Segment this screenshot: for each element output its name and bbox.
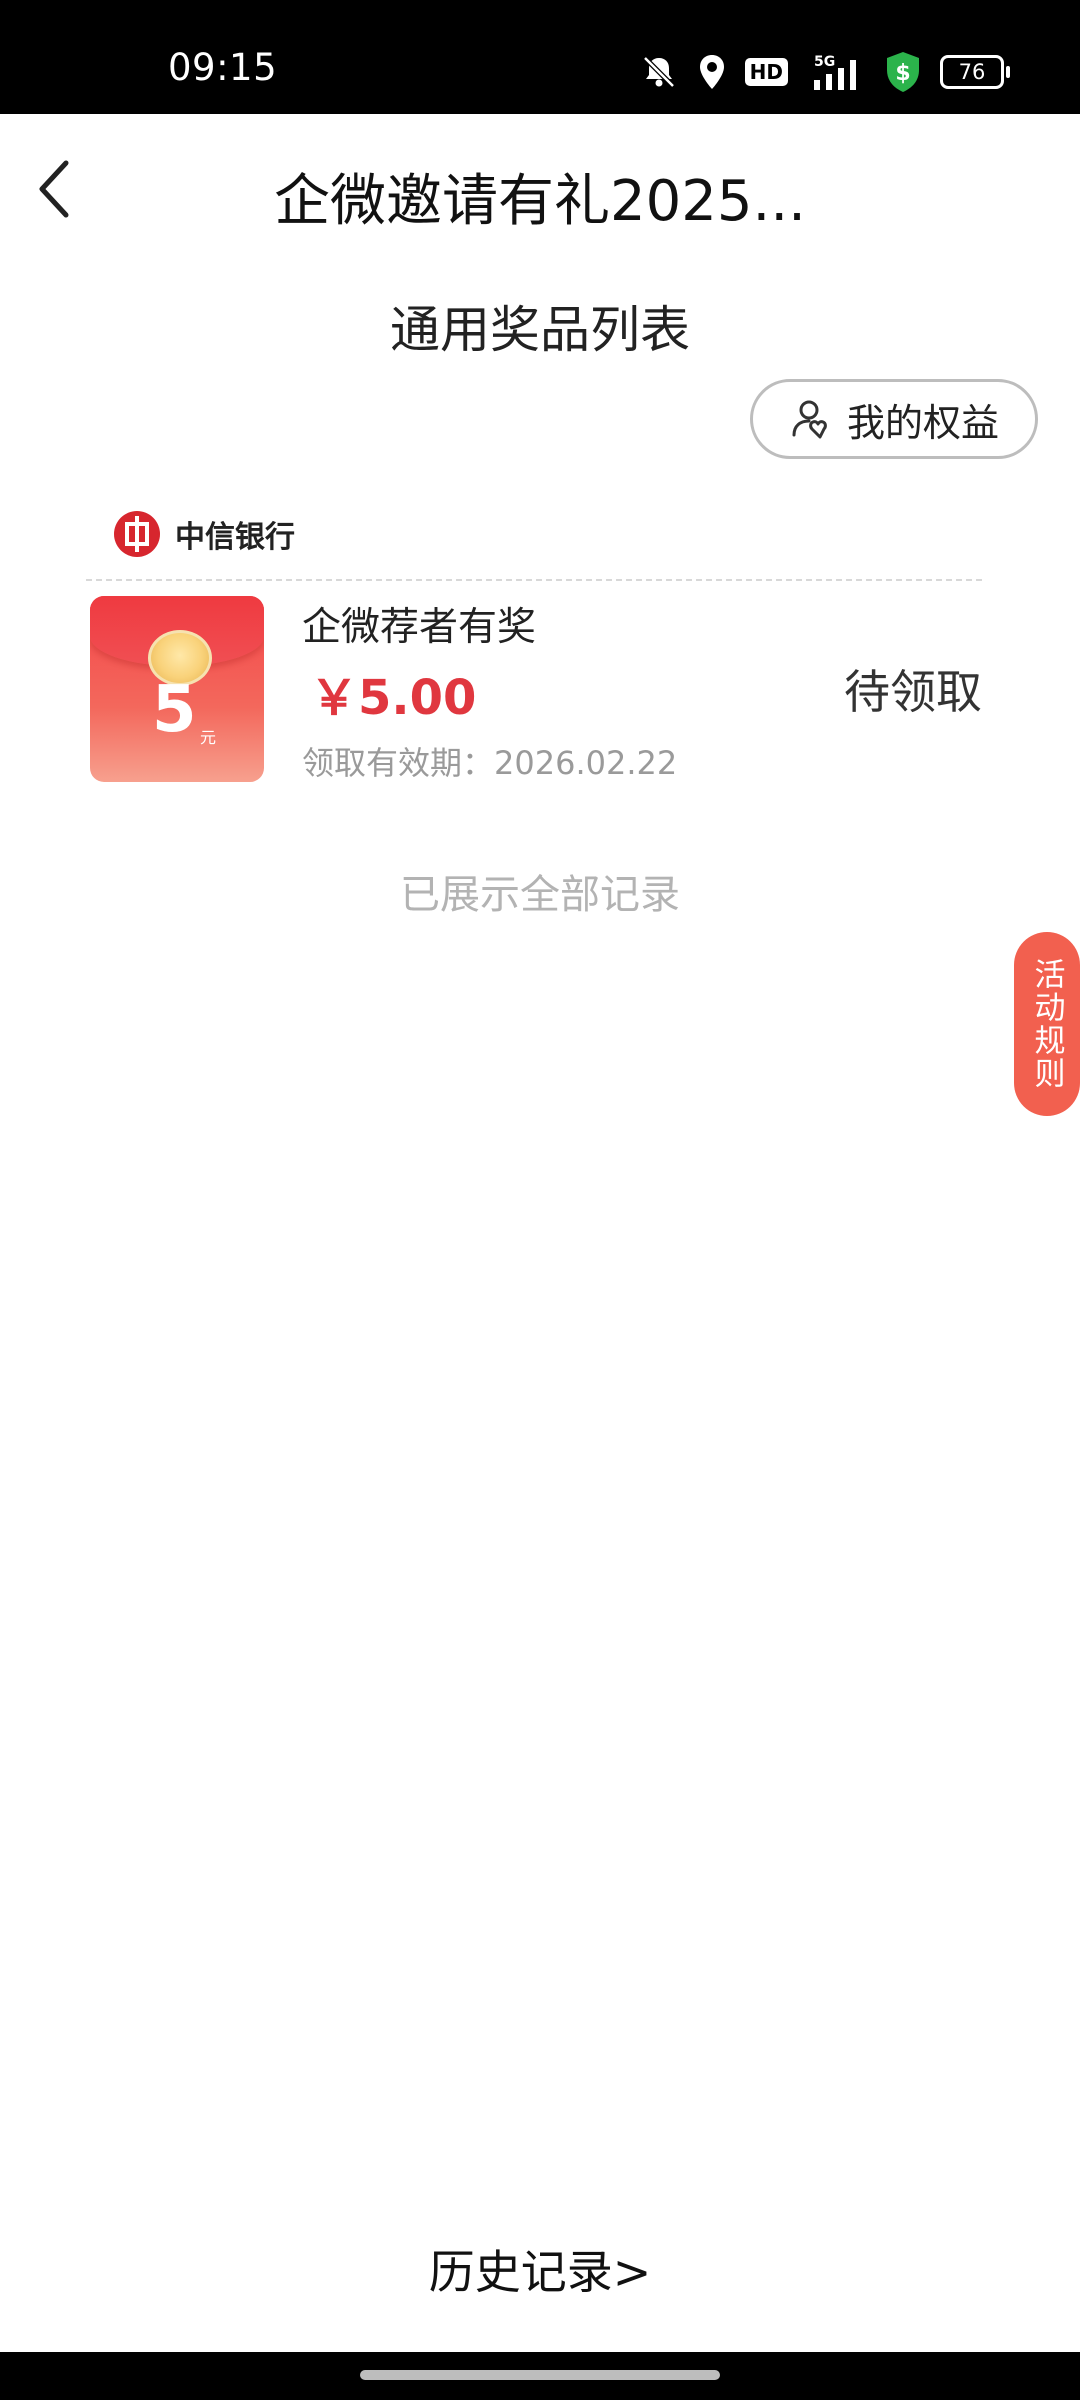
history-link[interactable]: 历史记录> [0, 2236, 1080, 2302]
prize-price: ￥5.00 [310, 670, 477, 726]
header: 企微邀请有礼2025... [0, 114, 1080, 264]
prize-item[interactable]: 5 元 企微荐者有奖 ￥5.00 领取有效期：2026.02.22 待领取 [86, 592, 982, 792]
my-benefits-button[interactable]: 我的权益 [750, 379, 1038, 459]
activity-rules-tab[interactable]: 活动规则 [1014, 932, 1080, 1116]
citic-bank-logo-icon [114, 511, 160, 557]
section-title: 通用奖品列表 [390, 301, 690, 359]
battery-level: 76 [958, 60, 986, 84]
security-shield-icon: $ [884, 50, 922, 94]
prize-name: 企微荐者有奖 [302, 605, 537, 650]
bank-name: 中信银行 [175, 520, 295, 555]
page-title: 企微邀请有礼2025... [274, 169, 806, 234]
status-icons: HD 5G $ 76 [639, 48, 1010, 96]
signal-5g-icon: 5G [806, 52, 866, 92]
envelope-unit: 元 [200, 728, 217, 747]
envelope-amount: 5 [152, 673, 197, 747]
user-heart-icon [792, 400, 827, 439]
location-icon [697, 53, 727, 91]
prize-status[interactable]: 待领取 [844, 656, 982, 722]
home-indicator[interactable] [360, 2370, 720, 2380]
hd-icon: HD [744, 58, 788, 86]
navigation-bar [0, 2352, 1080, 2400]
end-of-list-note: 已展示全部记录 [400, 872, 680, 918]
status-bar: 09:15 HD 5G $ 76 [0, 0, 1080, 114]
battery-icon: 76 [940, 55, 1010, 89]
svg-text:5G: 5G [814, 54, 835, 70]
divider [86, 579, 982, 581]
bank-row: 中信银行 [113, 510, 295, 558]
my-benefits-label: 我的权益 [846, 400, 999, 445]
red-envelope-image: 5 元 [90, 596, 264, 782]
bell-off-icon [639, 52, 679, 92]
status-time: 09:15 [168, 46, 278, 89]
svg-text:$: $ [895, 61, 910, 86]
prize-expiry: 领取有效期：2026.02.22 [302, 744, 678, 782]
